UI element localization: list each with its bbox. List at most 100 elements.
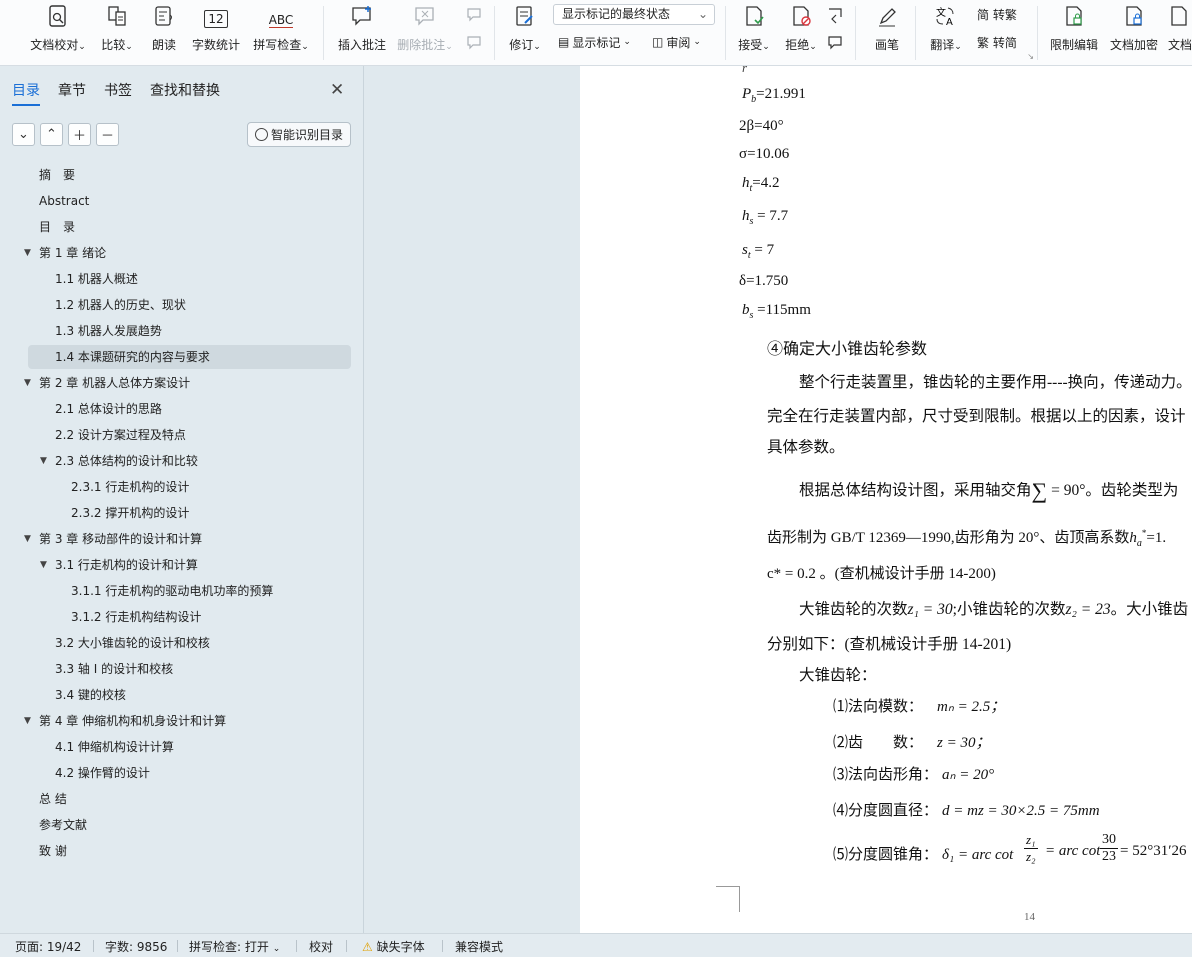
- smart-recognize-toc-button[interactable]: 智能识别目录: [247, 122, 351, 147]
- markup-display-select[interactable]: 显示标记的最终状态 ⌄: [553, 4, 715, 25]
- collapse-up-button[interactable]: ⌃: [40, 123, 63, 146]
- toc-item[interactable]: 2.1 总体设计的思路: [0, 397, 363, 421]
- document-page[interactable]: r Pb=21.991 2β=40° σ=10.06 ht=4.2 hs = 7…: [580, 66, 1192, 933]
- expand-toggle-icon[interactable]: ▼: [24, 709, 31, 733]
- toc-item[interactable]: 3.2 大小锥齿轮的设计和校核: [0, 631, 363, 655]
- status-separator: [93, 940, 94, 952]
- param-beta: 2β=40°: [739, 118, 784, 134]
- toc-item[interactable]: 2.3.1 行走机构的设计: [0, 475, 363, 499]
- toc-item[interactable]: 3.1.1 行走机构的驱动电机功率的预算: [0, 579, 363, 603]
- toc-item[interactable]: 2.2 设计方案过程及特点: [0, 423, 363, 447]
- read-aloud-label: 朗读: [151, 38, 176, 52]
- toc-item[interactable]: 1.3 机器人发展趋势: [0, 319, 363, 343]
- toc-item-label: 3.2 大小锥齿轮的设计和校核: [55, 636, 210, 650]
- expand-toggle-icon[interactable]: ▼: [24, 527, 31, 551]
- toc-item[interactable]: ▼ 第 4 章 伸缩机构和机身设计和计算: [0, 709, 363, 733]
- toc-item[interactable]: 3.1.2 行走机构结构设计: [0, 605, 363, 629]
- spell-check-button[interactable]: ABC 拼写检查⌄: [250, 0, 312, 62]
- collapse-down-button[interactable]: ⌄: [12, 123, 35, 146]
- toc-item[interactable]: ▼ 第 1 章 绪论: [0, 241, 363, 265]
- word-count-status[interactable]: 字数: 9856: [105, 938, 167, 955]
- paragraph-line: 齿形制为 GB/T 12369—1990,齿形角为 20°、齿顶高系数ha*=1…: [767, 528, 1167, 549]
- status-separator: [296, 940, 297, 952]
- toc-item[interactable]: 4.2 操作臂的设计: [0, 761, 363, 785]
- toc-item[interactable]: 1.4 本课题研究的内容与要求: [28, 345, 351, 369]
- page-indicator[interactable]: 页面: 19/42: [15, 938, 81, 955]
- expand-toggle-icon[interactable]: ▼: [40, 449, 47, 473]
- doc-more-label: 文档: [1168, 38, 1192, 52]
- next-change-icon[interactable]: [826, 34, 844, 55]
- toc-item-label: 第 4 章 伸缩机构和机身设计和计算: [39, 714, 227, 728]
- gear-param-item: ⑷分度圆直径： d = mz = 30×2.5 = 75mm: [833, 803, 1100, 819]
- expand-toggle-icon[interactable]: ▼: [24, 371, 31, 395]
- word-count-button[interactable]: 12 字数统计: [189, 0, 243, 62]
- doc-more-button[interactable]: 文档: [1168, 0, 1192, 62]
- expand-toggle-icon[interactable]: ▼: [24, 241, 31, 265]
- toc-item-label: 摘 要: [39, 168, 76, 182]
- expand-corner-icon[interactable]: ↘: [1027, 52, 1034, 61]
- remove-heading-button[interactable]: －: [96, 123, 119, 146]
- tab-bookmarks[interactable]: 书签: [104, 80, 132, 106]
- plus-icon: ＋: [72, 129, 86, 144]
- toc-item[interactable]: ▼ 2.3 总体结构的设计和比较: [0, 449, 363, 473]
- read-aloud-button[interactable]: 朗读: [147, 0, 181, 62]
- toc-item[interactable]: 3.4 键的校核: [0, 683, 363, 707]
- toc-item[interactable]: 目 录: [0, 215, 363, 239]
- insert-comment-icon: [350, 0, 374, 30]
- compare-button[interactable]: 比较⌄: [97, 0, 137, 62]
- toc-item[interactable]: ▼ 第 3 章 移动部件的设计和计算: [0, 527, 363, 551]
- spell-check-label: 拼写检查: [253, 38, 302, 52]
- next-comment-icon[interactable]: [465, 34, 483, 55]
- sigma-symbol: ∑: [1031, 478, 1048, 503]
- ribbon-separator: [323, 6, 324, 60]
- restrict-edit-button[interactable]: 限制编辑: [1048, 0, 1100, 62]
- toc-item[interactable]: 3.3 轴 I 的设计和校核: [0, 657, 363, 681]
- pen-button[interactable]: 画笔: [870, 0, 904, 62]
- insert-comment-button[interactable]: 插入批注: [336, 0, 388, 62]
- tab-chapters[interactable]: 章节: [58, 80, 86, 106]
- expand-toggle-icon[interactable]: ▼: [40, 553, 47, 577]
- show-markup-button[interactable]: ▤ 显示标记 ⌄: [558, 32, 631, 52]
- ribbon-separator: [855, 6, 856, 60]
- track-changes-button[interactable]: 修订⌄: [505, 0, 545, 62]
- toc-item[interactable]: 1.2 机器人的历史、现状: [0, 293, 363, 317]
- toc-item[interactable]: 总 结: [0, 787, 363, 811]
- missing-font-status[interactable]: ⚠ 缺失字体: [362, 938, 425, 955]
- proof-status[interactable]: 校对: [309, 938, 333, 955]
- to-traditional-button[interactable]: 简 转繁: [977, 4, 1017, 24]
- param-sigma: σ=10.06: [739, 146, 790, 162]
- gear-param-item: ⑶法向齿形角： aₙ = 20°: [833, 767, 995, 783]
- delete-comment-button[interactable]: 删除批注⌄: [396, 0, 454, 62]
- delete-comment-label: 删除批注: [397, 38, 446, 52]
- reject-button[interactable]: 拒绝⌄: [782, 0, 820, 62]
- translate-button[interactable]: 文A 翻译⌄: [926, 0, 966, 62]
- prev-comment-icon[interactable]: [465, 6, 483, 27]
- toc-item-label: 2.1 总体设计的思路: [55, 402, 162, 416]
- toc-item-label: 3.1.2 行走机构结构设计: [71, 610, 202, 624]
- toc-item[interactable]: 参考文献: [0, 813, 363, 837]
- add-heading-button[interactable]: ＋: [68, 123, 91, 146]
- close-icon[interactable]: ✕: [330, 80, 344, 100]
- prev-change-icon[interactable]: [826, 6, 844, 27]
- doc-proofread-label: 文档校对: [30, 38, 79, 52]
- toc-item[interactable]: 摘 要: [0, 163, 363, 187]
- toc-item[interactable]: Abstract: [0, 189, 363, 213]
- toc-item[interactable]: 1.1 机器人概述: [0, 267, 363, 291]
- accept-button[interactable]: 接受⌄: [735, 0, 773, 62]
- toc-item[interactable]: ▼ 3.1 行走机构的设计和计算: [0, 553, 363, 577]
- to-simplified-button[interactable]: 繁 转简: [977, 32, 1017, 52]
- toc-item-label: 致 谢: [39, 844, 67, 858]
- toc-item[interactable]: 2.3.2 撑开机构的设计: [0, 501, 363, 525]
- toc-item-label: 3.4 键的校核: [55, 688, 126, 702]
- toc-item-label: 1.3 机器人发展趋势: [55, 324, 162, 338]
- doc-proofread-button[interactable]: 文档校对⌄: [28, 0, 88, 62]
- toc-item[interactable]: 4.1 伸缩机构设计计算: [0, 735, 363, 759]
- spell-check-status[interactable]: 拼写检查: 打开 ⌄: [189, 938, 280, 955]
- review-pane-button[interactable]: ◫ 审阅 ⌄: [652, 32, 701, 52]
- toc-item[interactable]: 致 谢: [0, 839, 363, 863]
- toc-item[interactable]: ▼ 第 2 章 机器人总体方案设计: [0, 371, 363, 395]
- tab-toc[interactable]: 目录: [12, 80, 40, 106]
- compare-label: 比较: [101, 38, 126, 52]
- tab-find-replace[interactable]: 查找和替换: [150, 80, 220, 106]
- doc-encrypt-button[interactable]: 文档加密: [1108, 0, 1160, 62]
